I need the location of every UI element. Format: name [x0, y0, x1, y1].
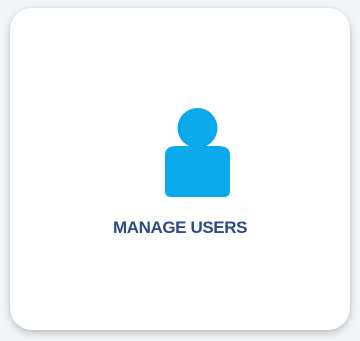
- user-icon: [165, 108, 230, 197]
- manage-users-card[interactable]: MANAGE USERS: [10, 8, 350, 330]
- manage-users-label: MANAGE USERS: [112, 218, 248, 237]
- page: MANAGE USERS: [0, 0, 360, 341]
